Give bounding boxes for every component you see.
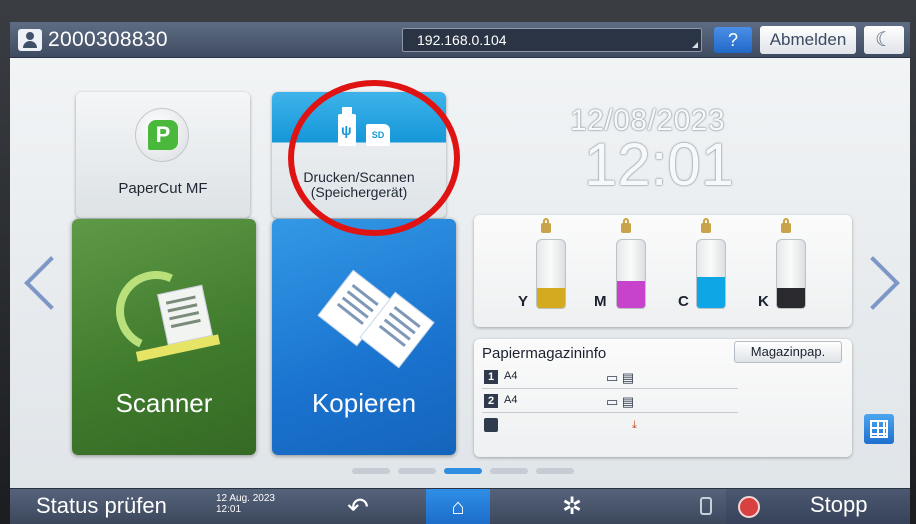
bypass-tray-icon <box>484 418 498 432</box>
toner-fill-magenta <box>617 280 645 308</box>
bottom-time: 12:01 <box>216 504 242 515</box>
toner-letter-k: K <box>758 293 769 310</box>
page-dot <box>490 468 528 474</box>
bypass-empty-icon: ⤓ <box>632 419 637 431</box>
page-dot <box>536 468 574 474</box>
toner-black: K <box>758 215 848 327</box>
tray-number-2: 2 <box>484 394 498 408</box>
papercut-label: PaperCut MF <box>118 180 208 197</box>
tray-size-2: A4 <box>504 394 518 406</box>
tray-row-bypass: ⤓ <box>482 415 738 437</box>
page-dot <box>352 468 390 474</box>
toner-fill-black <box>777 287 805 308</box>
page-indicator <box>352 468 574 474</box>
toner-magenta: M <box>594 215 688 327</box>
bottom-datetime: 12 Aug. 2023 12:01 <box>216 493 275 515</box>
home-icon[interactable]: ⌂ <box>426 489 490 524</box>
previous-page-arrow[interactable] <box>24 254 48 314</box>
app-grid-icon[interactable] <box>864 414 894 444</box>
scanner-label: Scanner <box>115 388 213 418</box>
toner-letter-y: Y <box>518 293 529 310</box>
user-id: 2000308830 <box>48 28 168 51</box>
toner-yellow: Y <box>518 215 608 327</box>
copy-label: Kopieren <box>311 388 417 418</box>
lock-icon <box>781 218 791 233</box>
papercut-app-tile[interactable]: PaperCut MF <box>76 92 250 218</box>
page-dot <box>444 468 482 474</box>
bottom-date: 12 Aug. 2023 <box>216 493 275 504</box>
paper-tray-panel[interactable]: Papiermagazininfo Magazinpap. 1 A4 ▭ ▤ 2… <box>474 339 852 457</box>
toner-bottle-magenta <box>616 239 646 309</box>
lock-icon <box>701 218 711 233</box>
user-info[interactable]: 2000308830 <box>18 27 168 53</box>
scanner-app-tile[interactable]: Scanner <box>72 219 256 455</box>
tray-paper-button[interactable]: Magazinpap. <box>734 341 842 363</box>
lock-icon <box>621 218 631 233</box>
toner-status-panel[interactable]: Y M C K <box>474 215 852 327</box>
stop-button[interactable]: Stopp <box>726 489 910 524</box>
page-dot <box>398 468 436 474</box>
toner-fill-yellow <box>537 287 565 308</box>
help-button[interactable]: ? <box>714 27 752 53</box>
settings-gear-icon[interactable]: ✲ <box>550 491 594 523</box>
user-icon <box>18 29 42 51</box>
next-page-arrow[interactable] <box>872 254 896 314</box>
stop-icon <box>738 496 760 518</box>
toner-bottle-yellow <box>536 239 566 309</box>
copy-app-tile[interactable]: Kopieren <box>272 219 456 455</box>
stop-label: Stopp <box>810 492 868 517</box>
toner-fill-cyan <box>697 277 725 308</box>
check-status-button[interactable]: Status prüfen <box>36 493 167 519</box>
tray-size-1: A4 <box>504 370 518 382</box>
lock-icon <box>541 218 551 233</box>
bottom-bar: Status prüfen 12 Aug. 2023 12:01 ↶ ⌂ ✲ S… <box>10 488 910 524</box>
touch-screen: 2000308830 192.168.0.104 ? Abmelden ☾ Pa… <box>10 22 910 524</box>
toner-letter-c: C <box>678 293 689 310</box>
memory-icon <box>700 497 712 515</box>
top-bar: 2000308830 192.168.0.104 ? Abmelden ☾ <box>10 22 910 58</box>
red-annotation-circle <box>288 80 460 236</box>
tray-row-1: 1 A4 ▭ ▤ <box>482 367 738 389</box>
logout-button[interactable]: Abmelden <box>760 26 856 54</box>
ip-address-field[interactable]: 192.168.0.104 <box>402 28 702 52</box>
papercut-logo-icon <box>135 108 189 162</box>
paper-level-icon: ▭ ▤ <box>606 370 635 385</box>
tray-number-1: 1 <box>484 370 498 384</box>
paper-level-icon: ▭ ▤ <box>606 394 635 409</box>
paper-tray-title: Papiermagazininfo <box>482 345 607 362</box>
toner-bottle-cyan <box>696 239 726 309</box>
back-icon[interactable]: ↶ <box>336 493 380 521</box>
toner-cyan: C <box>678 215 768 327</box>
tray-row-2: 2 A4 ▭ ▤ <box>482 391 738 413</box>
clock-time: 12:01 <box>584 131 735 198</box>
energy-saver-moon-button[interactable]: ☾ <box>864 26 904 54</box>
toner-bottle-black <box>776 239 806 309</box>
toner-letter-m: M <box>594 293 607 310</box>
